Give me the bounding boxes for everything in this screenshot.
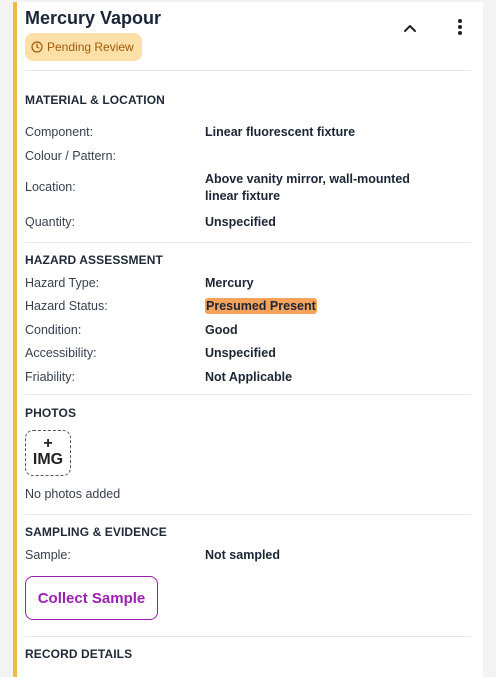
field-value: Unspecified bbox=[205, 346, 276, 360]
quantity-row: Quantity: Unspecified bbox=[25, 214, 435, 231]
hazard-card: Mercury Vapour Pending Review MATERIAL &… bbox=[13, 2, 483, 677]
record-details-section: RECORD DETAILS bbox=[25, 637, 471, 677]
colour-row: Colour / Pattern: bbox=[25, 148, 435, 165]
section-title: HAZARD ASSESSMENT bbox=[25, 253, 163, 267]
section-title: SAMPLING & EVIDENCE bbox=[25, 525, 167, 539]
field-label: Accessibility: bbox=[25, 346, 97, 360]
plus-icon: + bbox=[43, 435, 53, 452]
field-label: Condition: bbox=[25, 323, 82, 337]
field-label: Component: bbox=[25, 125, 94, 139]
accessibility-row: Accessibility: Unspecified bbox=[25, 345, 435, 362]
more-options-button[interactable] bbox=[447, 16, 473, 42]
field-label: Location: bbox=[25, 180, 76, 194]
field-label: Colour / Pattern: bbox=[25, 149, 117, 163]
hazard-type-row: Hazard Type: Mercury bbox=[25, 275, 435, 292]
field-value: Presumed Present bbox=[205, 298, 435, 315]
field-label: Quantity: bbox=[25, 215, 76, 229]
hazard-status-row: Hazard Status: Presumed Present bbox=[25, 298, 435, 315]
sampling-section: SAMPLING & EVIDENCE Sample: Not sampled … bbox=[25, 515, 471, 637]
add-photo-button[interactable]: + IMG bbox=[25, 430, 71, 476]
clock-icon bbox=[31, 41, 43, 53]
photos-section: PHOTOS + IMG No photos added bbox=[25, 395, 471, 515]
chevron-up-icon bbox=[403, 20, 417, 38]
section-title: PHOTOS bbox=[25, 406, 77, 420]
field-value: Not sampled bbox=[205, 548, 281, 562]
field-value: Good bbox=[205, 323, 238, 337]
component-row: Component: Linear fluorescent fixture bbox=[25, 124, 435, 141]
status-badge-label: Pending Review bbox=[47, 40, 134, 54]
card-title: Mercury Vapour bbox=[25, 8, 162, 28]
status-badge: Pending Review bbox=[25, 33, 142, 61]
condition-row: Condition: Good bbox=[25, 322, 435, 339]
hazard-status-highlight: Presumed Present bbox=[205, 298, 317, 314]
hazard-assessment-section: HAZARD ASSESSMENT Hazard Type: Mercury H… bbox=[25, 243, 471, 395]
field-label: Sample: bbox=[25, 548, 71, 562]
collect-sample-button[interactable]: Collect Sample bbox=[25, 576, 158, 620]
field-label: Hazard Type: bbox=[25, 276, 100, 290]
field-value: Not Applicable bbox=[205, 370, 293, 384]
collapse-button[interactable] bbox=[397, 16, 423, 42]
card-header: Mercury Vapour Pending Review bbox=[25, 2, 471, 71]
field-label: Hazard Status: bbox=[25, 299, 108, 313]
add-photo-label: IMG bbox=[32, 451, 64, 468]
field-value: Mercury bbox=[205, 276, 254, 290]
field-value bbox=[205, 148, 435, 165]
field-value: Unspecified bbox=[205, 215, 276, 229]
section-title: RECORD DETAILS bbox=[25, 647, 133, 661]
field-value: Above vanity mirror, wall-mounted linear… bbox=[205, 172, 410, 203]
section-title: MATERIAL & LOCATION bbox=[25, 93, 165, 107]
material-location-section: MATERIAL & LOCATION Component: Linear fl… bbox=[25, 71, 471, 243]
field-label: Friability: bbox=[25, 370, 76, 384]
friability-row: Friability: Not Applicable bbox=[25, 369, 435, 386]
more-vertical-icon bbox=[457, 18, 463, 41]
location-row: Location: Above vanity mirror, wall-moun… bbox=[25, 171, 435, 205]
field-value: Linear fluorescent fixture bbox=[205, 125, 356, 139]
sample-row: Sample: Not sampled bbox=[25, 547, 435, 564]
empty-photos-text: No photos added bbox=[25, 487, 121, 501]
